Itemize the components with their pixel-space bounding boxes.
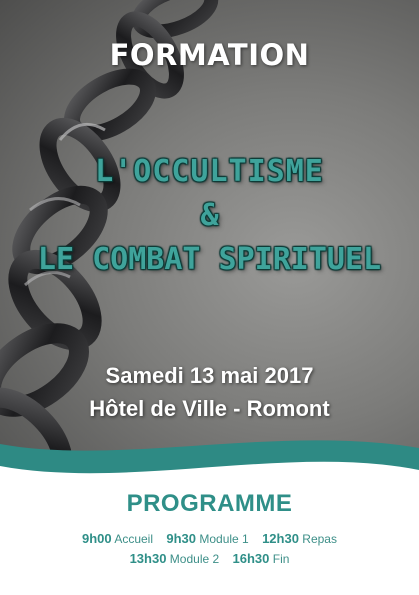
schedule-label: Module 2: [169, 552, 220, 566]
title-ampersand: &: [200, 198, 219, 233]
teal-wave-divider: [0, 440, 419, 490]
event-place: Hôtel de Ville - Romont: [89, 396, 330, 421]
title-line-1: L'OCCULTISME: [95, 154, 324, 189]
schedule-row-2: 13h30 Module 2 16h30 Fin: [0, 551, 419, 566]
schedule-label: Fin: [272, 552, 290, 566]
schedule-time: 13h30: [129, 551, 167, 566]
schedule-item: 16h30 Fin: [232, 551, 290, 566]
schedule-time: 16h30: [232, 551, 270, 566]
schedule-item: 13h30 Module 2: [129, 551, 223, 566]
schedule-item: 12h30 Repas: [262, 531, 337, 546]
title-line-3: LE COMBAT SPIRITUEL: [37, 242, 382, 277]
schedule-row-1: 9h00 Accueil 9h30 Module 1 12h30 Repas: [0, 531, 419, 546]
formation-label: FORMATION: [109, 38, 310, 72]
hero-photo: FORMATION L'OCCULTISME & LE COMBAT SPIRI…: [0, 0, 419, 470]
schedule-item: 9h30 Module 1: [166, 531, 252, 546]
programme-heading: PROGRAMME: [126, 490, 293, 517]
schedule-label: Accueil: [114, 532, 154, 546]
schedule-time: 9h00: [82, 531, 112, 546]
schedule-label: Module 1: [199, 532, 249, 546]
schedule-time: 9h30: [166, 531, 196, 546]
schedule-label: Repas: [302, 532, 337, 546]
event-date: Samedi 13 mai 2017: [105, 363, 314, 388]
schedule-time: 12h30: [262, 531, 299, 546]
schedule-item: 9h00 Accueil: [82, 531, 156, 546]
